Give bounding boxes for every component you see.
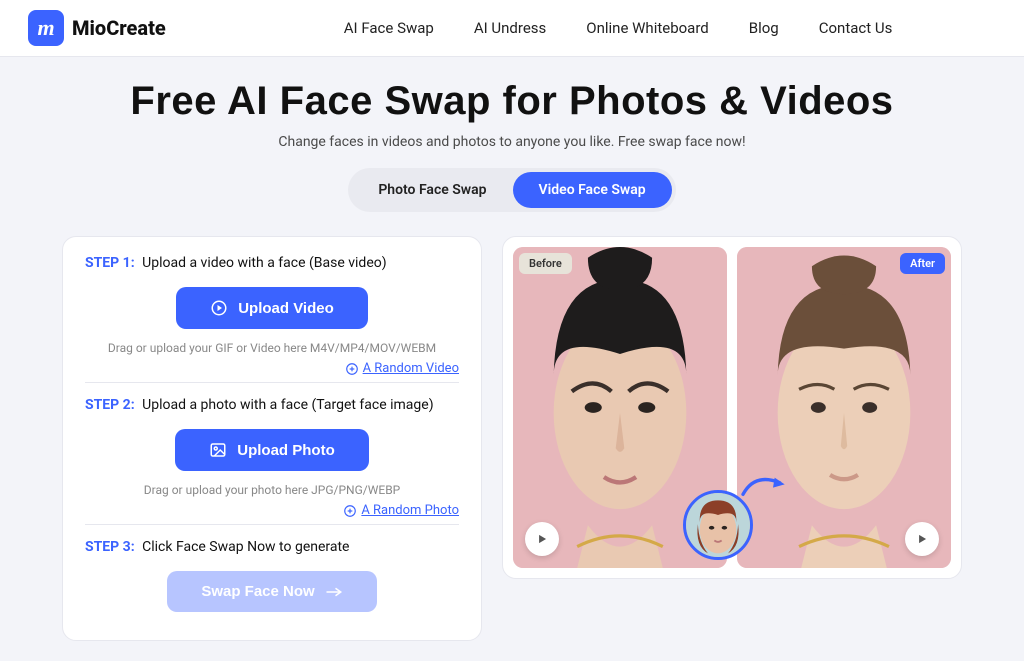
preview-panel: Before: [502, 236, 962, 579]
before-badge: Before: [519, 253, 572, 274]
brand-logo-icon: m: [28, 10, 64, 46]
step-1: STEP 1: Upload a video with a face (Base…: [85, 255, 459, 376]
nav-contact-us[interactable]: Contact Us: [819, 19, 893, 37]
upload-video-button[interactable]: Upload Video: [176, 287, 368, 329]
step-3: STEP 3: Click Face Swap Now to generate …: [85, 539, 459, 612]
preview-grid: Before: [513, 247, 951, 568]
preview-after-tile: After: [737, 247, 951, 568]
after-badge: After: [900, 253, 945, 274]
nav-links: AI Face Swap AI Undress Online Whiteboar…: [344, 19, 893, 37]
tab-photo-face-swap[interactable]: Photo Face Swap: [352, 172, 512, 208]
step-1-hint: Drag or upload your GIF or Video here M4…: [85, 341, 459, 355]
upload-photo-button[interactable]: Upload Photo: [175, 429, 369, 471]
nav-ai-face-swap[interactable]: AI Face Swap: [344, 19, 434, 37]
random-video-link[interactable]: A Random Video: [345, 361, 459, 376]
mode-toggle: Photo Face Swap Video Face Swap: [348, 168, 675, 212]
image-icon: [209, 441, 227, 459]
top-nav: m MioCreate AI Face Swap AI Undress Onli…: [0, 0, 1024, 57]
step-2-label: STEP 2:: [85, 397, 135, 413]
divider-2: [85, 524, 459, 525]
step-3-desc: Click Face Swap Now to generate: [142, 539, 349, 555]
step-1-desc: Upload a video with a face (Base video): [142, 255, 386, 271]
swap-arrow-icon: [738, 468, 788, 508]
step-2-title: STEP 2: Upload a photo with a face (Targ…: [85, 397, 459, 413]
swap-face-now-label: Swap Face Now: [201, 583, 314, 600]
play-before-button[interactable]: [525, 522, 559, 556]
hero: Free AI Face Swap for Photos & Videos Ch…: [0, 57, 1024, 220]
random-video-row: A Random Video: [85, 361, 459, 376]
play-circle-icon: [210, 299, 228, 317]
tab-video-face-swap[interactable]: Video Face Swap: [513, 172, 672, 208]
step-2: STEP 2: Upload a photo with a face (Targ…: [85, 397, 459, 518]
divider-1: [85, 382, 459, 383]
plus-circle-icon: [345, 362, 359, 376]
page-title: Free AI Face Swap for Photos & Videos: [20, 79, 1004, 124]
random-video-text: A Random Video: [363, 361, 459, 376]
swap-face-now-button[interactable]: Swap Face Now: [167, 571, 376, 612]
step-3-label: STEP 3:: [85, 539, 135, 555]
plus-circle-icon: [343, 504, 357, 518]
upload-photo-label: Upload Photo: [237, 442, 335, 459]
brand-glyph: m: [37, 15, 54, 41]
nav-blog[interactable]: Blog: [749, 19, 779, 37]
face-after-illustration: [737, 247, 951, 568]
step-3-title: STEP 3: Click Face Swap Now to generate: [85, 539, 459, 555]
random-photo-row: A Random Photo: [85, 503, 459, 518]
steps-panel: STEP 1: Upload a video with a face (Base…: [62, 236, 482, 641]
brand-name: MioCreate: [72, 16, 166, 40]
page-subtitle: Change faces in videos and photos to any…: [20, 134, 1004, 150]
nav-ai-undress[interactable]: AI Undress: [474, 19, 546, 37]
target-face-illustration: [686, 493, 750, 557]
step-2-hint: Drag or upload your photo here JPG/PNG/W…: [85, 483, 459, 497]
step-1-title: STEP 1: Upload a video with a face (Base…: [85, 255, 459, 271]
step-2-desc: Upload a photo with a face (Target face …: [142, 397, 433, 413]
play-after-button[interactable]: [905, 522, 939, 556]
step-1-label: STEP 1:: [85, 255, 135, 271]
target-face-thumbnail[interactable]: [683, 490, 753, 560]
arrow-right-icon: [325, 585, 343, 599]
random-photo-link[interactable]: A Random Photo: [343, 503, 459, 518]
main-content: STEP 1: Upload a video with a face (Base…: [0, 220, 1024, 661]
nav-online-whiteboard[interactable]: Online Whiteboard: [586, 19, 708, 37]
random-photo-text: A Random Photo: [361, 503, 459, 518]
upload-video-label: Upload Video: [238, 300, 334, 317]
brand-logo[interactable]: m MioCreate: [28, 10, 166, 46]
